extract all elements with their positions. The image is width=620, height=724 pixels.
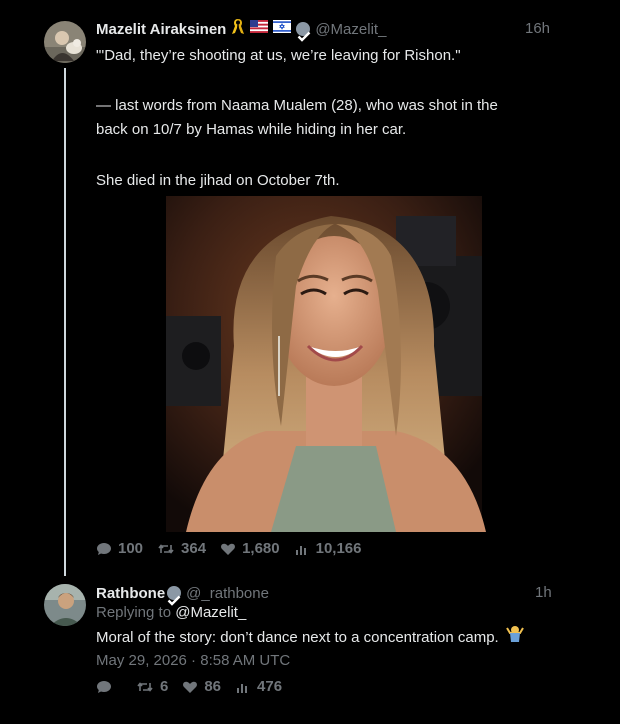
tweet2-timestamp[interactable]: 1h — [535, 584, 552, 601]
reply-button[interactable] — [96, 679, 118, 695]
replying-to-mention[interactable]: @Mazelit_ — [175, 604, 246, 621]
tweet2-text: Moral of the story: don’t dance next to … — [96, 629, 499, 646]
us-flag-icon — [250, 20, 269, 38]
retweet-button[interactable]: 364 — [157, 540, 206, 557]
like-icon — [183, 681, 198, 693]
like-icon — [221, 543, 236, 555]
thread-line — [64, 68, 66, 576]
retweet-count: 364 — [181, 540, 207, 557]
reply-button[interactable]: 100 — [96, 540, 143, 557]
tweet1-body-line-2: back on 10/7 by Hamas while hiding in he… — [96, 121, 407, 138]
reply-icon — [97, 680, 111, 693]
tweet1-avatar[interactable] — [44, 21, 86, 63]
views-count: 10,166 — [315, 540, 362, 557]
views-button[interactable]: 476 — [235, 678, 282, 695]
like-count: 1,680 — [242, 540, 280, 557]
like-button[interactable]: 86 — [182, 678, 221, 695]
tweet1-action-bar: 100 364 1,680 10,166 — [96, 540, 376, 557]
tweet2-text-line: Moral of the story: don’t dance next to … — [96, 625, 525, 651]
retweet-count: 6 — [160, 678, 169, 695]
retweet-button[interactable]: 6 — [136, 678, 168, 695]
tweet1-body-line-3: She died in the jihad on October 7th. — [96, 172, 340, 189]
tweet1-timestamp[interactable]: 16h — [525, 20, 550, 37]
reply-icon — [97, 542, 111, 555]
verified-icon — [295, 21, 311, 42]
tweet2-header: Rathbone @_rathbone — [96, 583, 269, 606]
tweet1-body-line-1: — last words from Naama Mualem (28), who… — [96, 97, 498, 114]
tweet2-display-name[interactable]: Rathbone — [96, 585, 165, 602]
tweet2-handle[interactable]: @_rathbone — [186, 585, 269, 602]
ribbon-icon — [231, 18, 245, 40]
tweet1-handle[interactable]: @Mazelit_ — [315, 21, 386, 38]
views-button[interactable]: 10,166 — [294, 540, 362, 557]
retweet-icon — [158, 543, 174, 554]
israel-flag-icon — [273, 20, 292, 38]
retweet-icon — [137, 681, 153, 692]
tweet2-action-bar: 6 86 476 — [96, 678, 296, 695]
views-icon — [237, 683, 248, 693]
shrug-emoji-icon — [505, 625, 525, 651]
like-count: 86 — [204, 678, 222, 695]
tweet1-display-name[interactable]: Mazelit Airaksinen — [96, 21, 226, 38]
tweet1-quote-line: "'Dad, they’re shooting at us, we’re lea… — [96, 47, 461, 64]
like-button[interactable]: 1,680 — [220, 540, 280, 557]
views-icon — [295, 545, 306, 555]
tweet2-date[interactable]: May 29, 2026 · 8:58 AM UTC — [96, 652, 290, 669]
views-count: 476 — [257, 678, 283, 695]
replying-to-line: Replying to @Mazelit_ — [96, 604, 246, 621]
tweet1-header: Mazelit Airaksinen @Mazelit_ — [96, 18, 386, 42]
verified-icon — [166, 585, 182, 606]
replying-to-label: Replying to — [96, 604, 176, 621]
reply-count: 100 — [118, 540, 144, 557]
tweet2-avatar[interactable] — [44, 584, 86, 626]
tweet1-photo[interactable] — [96, 196, 552, 532]
